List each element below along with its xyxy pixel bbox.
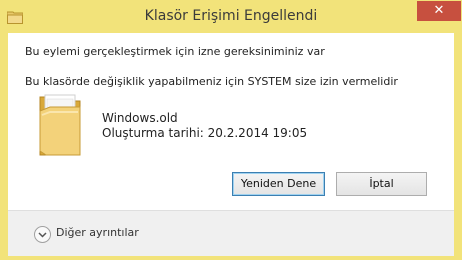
retry-button[interactable]: Yeniden Dene	[232, 172, 325, 196]
close-button[interactable]: ✕	[417, 1, 461, 21]
dialog-footer: Diğer ayrıntılar	[8, 210, 454, 257]
cancel-button[interactable]: İptal	[336, 172, 427, 196]
folder-icon	[36, 93, 84, 159]
dialog-body: Bu eylemi gerçekleştirmek için izne gere…	[8, 33, 454, 257]
more-details-link[interactable]: Diğer ayrıntılar	[56, 226, 139, 239]
title-bar[interactable]: Klasör Erişimi Engellendi ✕	[0, 0, 462, 33]
item-name: Windows.old	[102, 111, 178, 125]
window-border	[0, 256, 462, 260]
permission-message: Bu eylemi gerçekleştirmek için izne gere…	[25, 45, 325, 58]
chevron-down-icon[interactable]	[34, 226, 51, 243]
folder-access-denied-dialog: Klasör Erişimi Engellendi ✕ Bu eylemi ge…	[0, 0, 462, 260]
window-title: Klasör Erişimi Engellendi	[144, 8, 318, 24]
item-created-date: Oluşturma tarihi: 20.2.2014 19:05	[102, 126, 308, 140]
system-permission-message: Bu klasörde değişiklik yapabilmeniz için…	[25, 75, 398, 88]
close-icon: ✕	[433, 3, 445, 18]
